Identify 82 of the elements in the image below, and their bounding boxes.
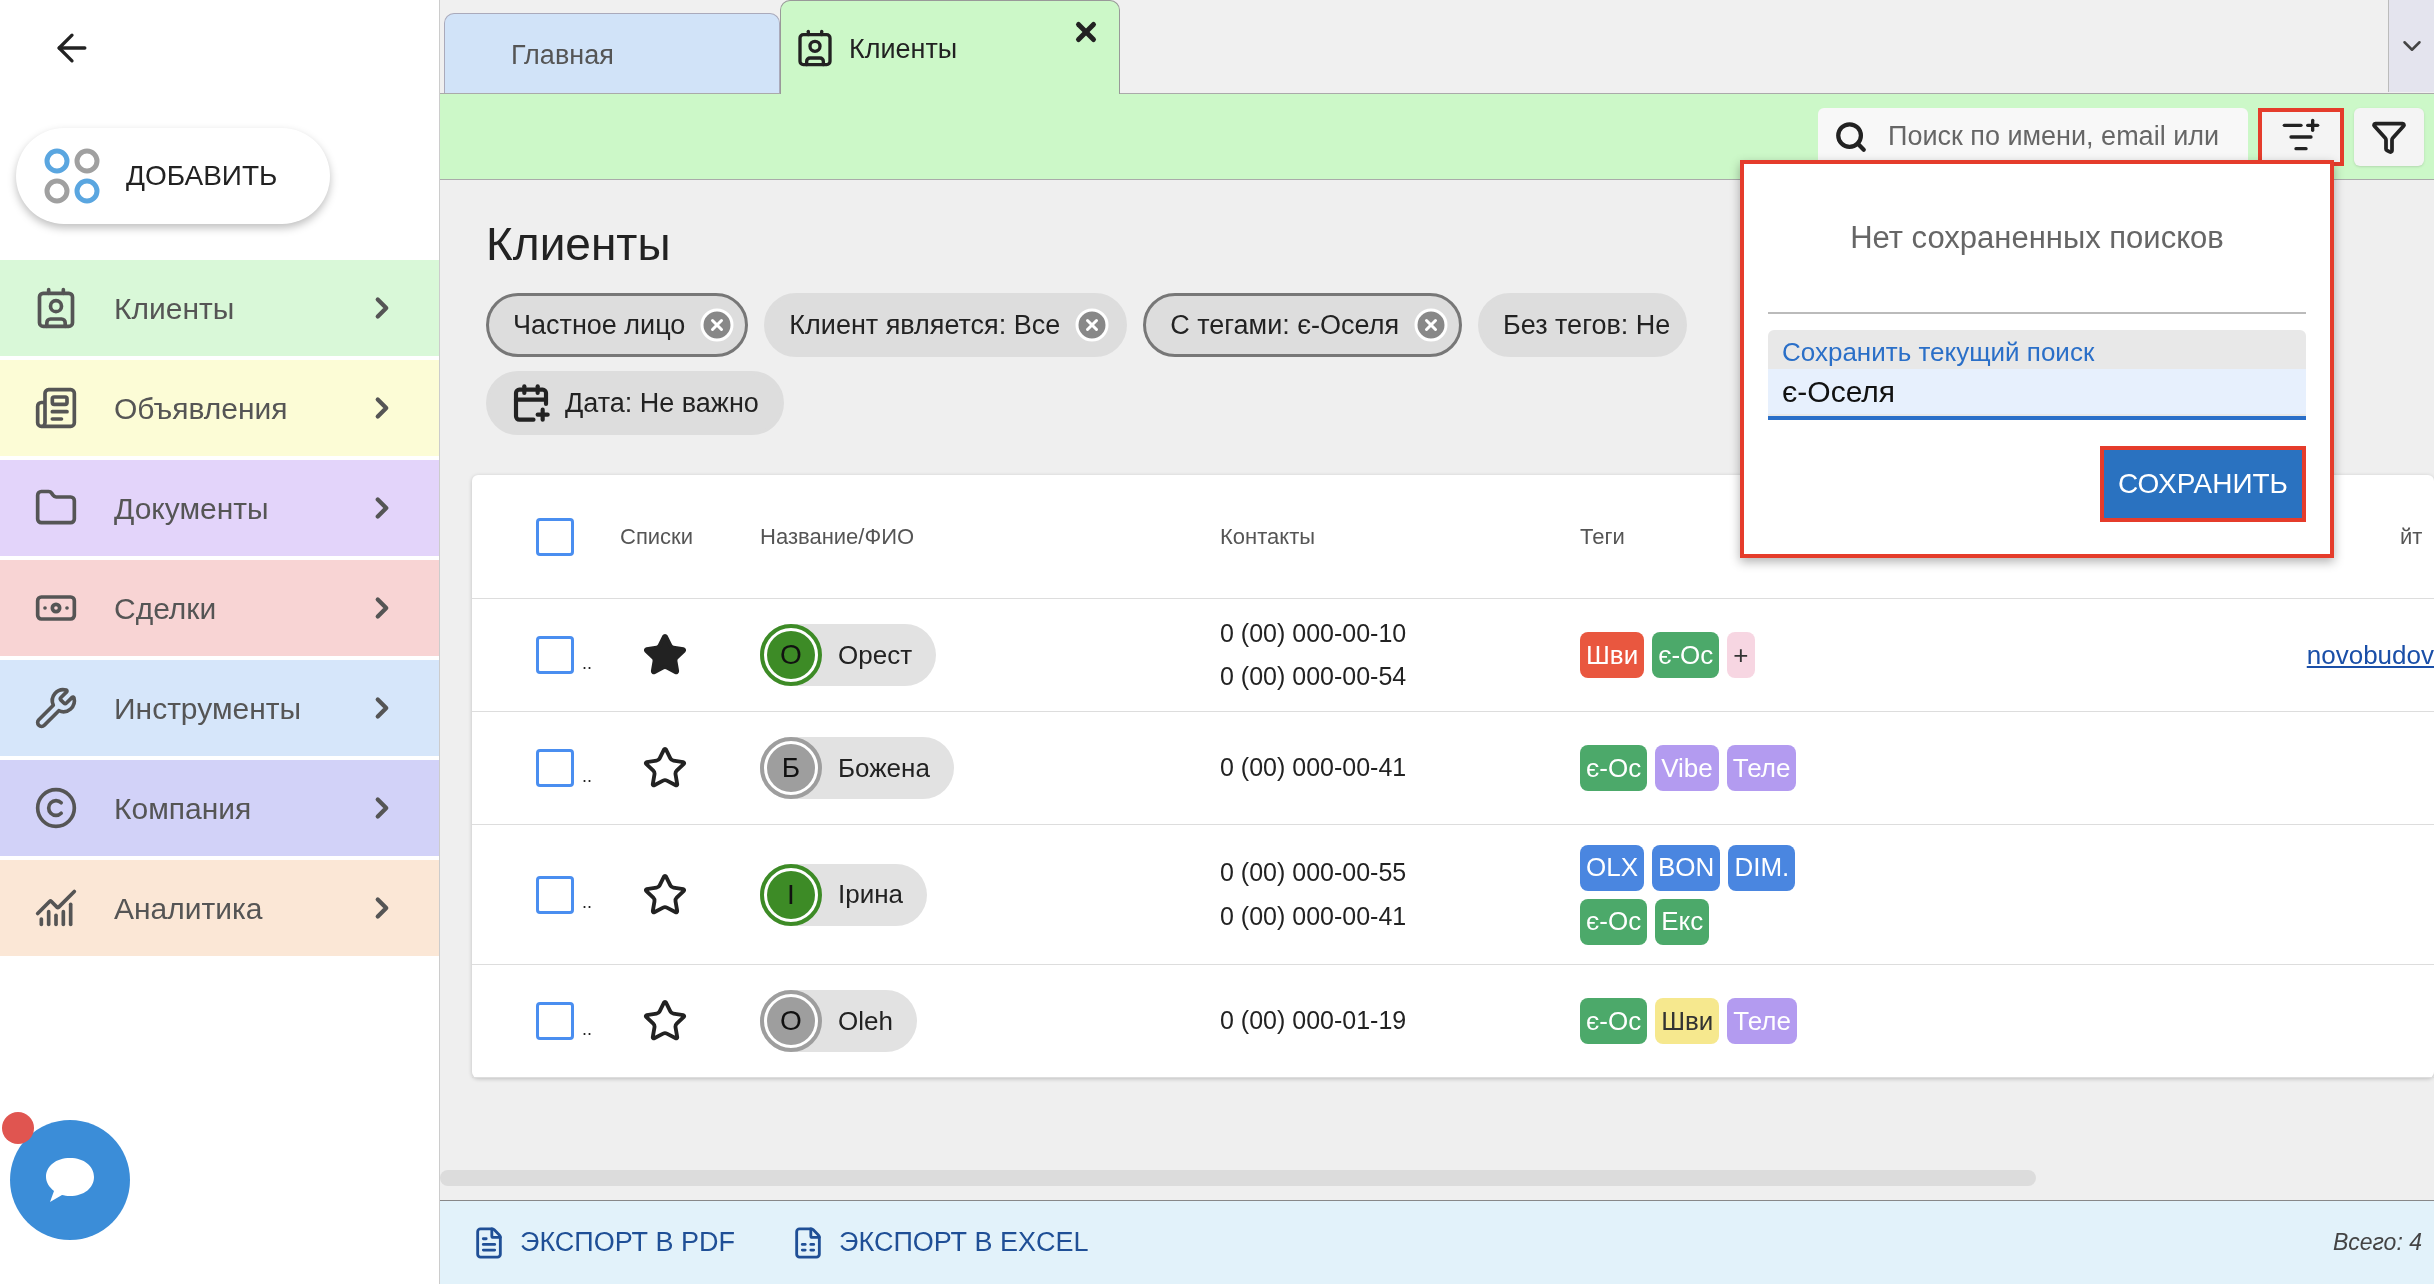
avatar-initial: І — [787, 877, 795, 912]
add-button[interactable]: ДОБАВИТЬ — [16, 128, 330, 224]
select-all-checkbox[interactable] — [536, 517, 574, 556]
sidebar-item[interactable]: Документы — [0, 460, 439, 556]
total-count: Всего: 4 — [2332, 1228, 2422, 1258]
phone-number: 0 (00) 000-00-41 — [1220, 752, 1408, 784]
avatar-initial: О — [780, 638, 802, 672]
tag: є-Ос — [1580, 898, 1648, 945]
row-marker: .. — [582, 764, 593, 788]
save-button[interactable]: СОХРАНИТЬ — [2099, 446, 2306, 522]
phone-number: 0 (00) 000-00-55 — [1220, 857, 1408, 888]
column-header: Название/ФИО — [760, 523, 916, 551]
copyright-icon — [34, 786, 78, 830]
tag: Шви — [1580, 632, 1645, 678]
page-title: Клиенты — [486, 217, 671, 272]
tag: Теле — [1726, 745, 1797, 791]
phone-number: 0 (00) 000-00-54 — [1220, 661, 1408, 692]
tag: OLX — [1580, 844, 1645, 891]
tag: BON — [1652, 844, 1721, 891]
client-name: Ірина — [838, 878, 904, 911]
client-chip[interactable]: О Орест — [760, 624, 937, 686]
filter-chip[interactable]: Клиент является: Все — [764, 293, 1128, 357]
row-checkbox[interactable] — [536, 636, 574, 674]
client-chip[interactable]: О Oleh — [760, 990, 917, 1052]
filter-button[interactable] — [2354, 107, 2424, 166]
client-name: Орест — [838, 638, 913, 672]
empty-message: Нет сохраненных поисков — [1768, 164, 2306, 314]
filter-chip[interactable]: Дата: Не важно — [486, 371, 784, 435]
row-checkbox[interactable] — [536, 749, 574, 787]
filter-chip[interactable]: Без тегов: Не — [1478, 293, 1688, 357]
client-chip[interactable]: І Ірина — [760, 863, 928, 926]
client-name: Oleh — [838, 1004, 893, 1038]
tools-icon — [34, 686, 78, 730]
remove-icon[interactable] — [699, 307, 736, 343]
column-header: йт — [2400, 523, 2423, 551]
phone-number: 0 (00) 000-01-19 — [1220, 1005, 1408, 1037]
column-header: Списки — [620, 523, 694, 551]
sidebar-item[interactable]: Аналитика — [0, 860, 439, 956]
export-button[interactable]: ЭКСПОРТ В EXCEL — [791, 1222, 1089, 1263]
tab[interactable]: Главная — [444, 13, 780, 93]
search-name-field[interactable]: Сохранить текущий поиск є-Оселя — [1768, 330, 2306, 420]
newspaper-icon — [34, 386, 78, 430]
logo-icon — [42, 146, 102, 206]
filter-chip[interactable]: Частное лицо — [486, 293, 749, 357]
calendar-icon — [511, 383, 551, 423]
remove-icon[interactable] — [1413, 307, 1450, 343]
sidebar-item[interactable]: Объявления — [0, 360, 439, 456]
tag: + — [1727, 632, 1755, 678]
search-icon — [1834, 119, 1868, 154]
avatar-initial: О — [780, 1004, 802, 1038]
tag: Теле — [1727, 998, 1797, 1044]
row-checkbox[interactable] — [536, 1002, 574, 1040]
row-marker: .. — [582, 891, 593, 914]
tag: DIM. — [1728, 844, 1796, 891]
row-marker: .. — [582, 1017, 593, 1041]
tag: є-Ос — [1580, 998, 1648, 1044]
sidebar-item[interactable]: Клиенты — [0, 260, 439, 356]
tag: Екс — [1655, 898, 1710, 945]
tag: є-Ос — [1652, 632, 1720, 678]
client-name: Божена — [838, 751, 930, 785]
avatar-initial: Б — [781, 751, 801, 785]
tag: Vibe — [1655, 745, 1719, 791]
field-label: Сохранить текущий поиск — [1782, 336, 2096, 369]
contact-card-icon — [795, 27, 835, 68]
sidebar-item[interactable]: Сделки — [0, 560, 439, 656]
phone-number: 0 (00) 000-00-41 — [1220, 900, 1408, 932]
sidebar-item[interactable]: Компания — [0, 760, 439, 856]
column-header: Контакты — [1220, 523, 1317, 551]
remove-icon[interactable] — [1074, 307, 1111, 343]
tab[interactable]: Клиенты — [780, 0, 1120, 94]
filter-chip[interactable]: С тегами: є-Оселя — [1143, 293, 1463, 357]
phone-number: 0 (00) 000-00-10 — [1220, 617, 1408, 649]
column-header: Теги — [1580, 523, 1626, 551]
tag: Шви — [1655, 998, 1720, 1044]
site-link[interactable]: novobudov — [2306, 635, 2434, 675]
tag: є-Ос — [1580, 745, 1648, 791]
row-marker: .. — [582, 651, 593, 675]
export-button[interactable]: ЭКСПОРТ В PDF — [472, 1222, 736, 1263]
save-search-button[interactable] — [2258, 107, 2344, 166]
sidebar-item[interactable]: Инструменты — [0, 660, 439, 756]
client-chip[interactable]: Б Божена — [760, 737, 954, 799]
row-checkbox[interactable] — [536, 875, 574, 914]
